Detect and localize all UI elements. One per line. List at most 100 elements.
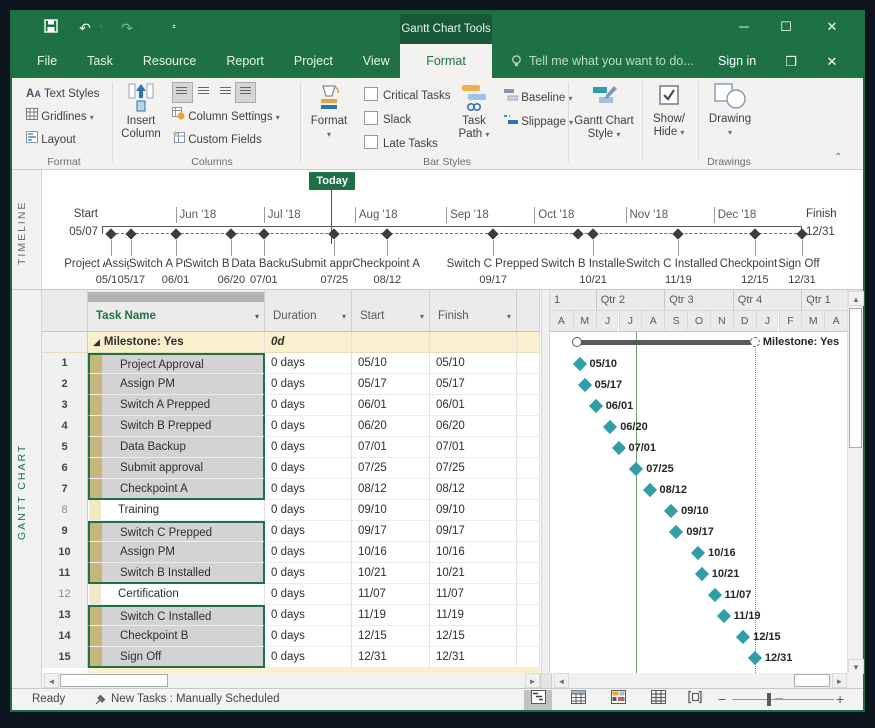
finish-cell[interactable]: 05/17: [430, 374, 517, 395]
save-button[interactable]: [40, 17, 62, 39]
start-cell[interactable]: 07/25: [352, 458, 430, 479]
filter-dropdown-icon[interactable]: ▾: [420, 312, 424, 321]
timescale-month-cell[interactable]: A: [641, 311, 664, 332]
row-number[interactable]: 5: [42, 437, 88, 458]
table-row[interactable]: 4Switch B Prepped0 days06/2006/20: [42, 416, 540, 437]
table-row[interactable]: 10Assign PM0 days10/1610/16: [42, 542, 540, 563]
undo-dropdown-icon[interactable]: ▾: [96, 17, 106, 39]
timescale-quarter-cell[interactable]: Qtr 3: [664, 290, 733, 311]
row-number[interactable]: 9: [42, 521, 88, 542]
timeline-milestone-diamond[interactable]: [488, 228, 499, 239]
scrollbar-splitter[interactable]: [540, 673, 552, 688]
collapse-triangle-icon[interactable]: ◢: [93, 337, 100, 347]
timescale-month-cell[interactable]: J: [596, 311, 619, 332]
timeline-milestone-diamond[interactable]: [329, 228, 340, 239]
table-row[interactable]: 6Submit approval0 days07/2507/25: [42, 458, 540, 479]
row-number[interactable]: 1: [42, 353, 88, 374]
duration-cell[interactable]: 0 days: [265, 479, 352, 500]
task-name-cell[interactable]: Project Approval: [88, 353, 265, 374]
timeline-milestone-diamond[interactable]: [673, 228, 684, 239]
timescale-quarter-cell[interactable]: Qtr 1: [801, 290, 847, 311]
start-cell[interactable]: 12/15: [352, 626, 430, 647]
scroll-down-icon[interactable]: ▼: [848, 659, 864, 674]
task-name-cell[interactable]: Switch B Installed: [88, 563, 265, 584]
timeline-milestone-diamond[interactable]: [587, 228, 598, 239]
custom-fields-button[interactable]: Custom Fields: [172, 129, 262, 151]
slack-checkbox[interactable]: Slack: [364, 111, 411, 129]
chart-milestone-diamond[interactable]: [642, 482, 656, 496]
finish-cell[interactable]: 06/20: [430, 416, 517, 437]
text-styles-button[interactable]: AA Text Styles: [26, 83, 99, 105]
duration-cell[interactable]: 0 days: [265, 626, 352, 647]
chart-milestone-diamond[interactable]: [603, 419, 617, 433]
chart-milestone-diamond[interactable]: [736, 629, 750, 643]
timeline-milestone-diamond[interactable]: [105, 228, 116, 239]
chart-milestone-diamond[interactable]: [669, 524, 683, 538]
filter-dropdown-icon[interactable]: ▾: [342, 312, 346, 321]
start-cell[interactable]: 06/01: [352, 395, 430, 416]
table-row[interactable]: 2Assign PM0 days05/1705/17: [42, 374, 540, 395]
task-path-button[interactable]: Task Path ▾: [450, 82, 498, 141]
add-new-cell[interactable]: [517, 395, 540, 416]
row-number[interactable]: 11: [42, 563, 88, 584]
minimize-button[interactable]: ─: [727, 12, 761, 42]
chart-milestone-diamond[interactable]: [695, 566, 709, 580]
task-name-cell[interactable]: Certification: [88, 584, 265, 605]
redo-button[interactable]: ↷: [116, 17, 138, 39]
timescale-month-cell[interactable]: M: [801, 311, 824, 332]
slippage-button[interactable]: Slippage ▾: [504, 111, 573, 133]
row-number[interactable]: 8: [42, 500, 88, 521]
start-cell[interactable]: 09/17: [352, 521, 430, 542]
zoom-out-button[interactable]: −: [718, 691, 726, 707]
table-row[interactable]: 8Training0 days09/1009/10: [42, 500, 540, 521]
align-right-button[interactable]: [214, 82, 235, 103]
add-new-cell[interactable]: [517, 374, 540, 395]
collapse-ribbon-icon[interactable]: ⌃: [834, 152, 842, 163]
add-new-cell[interactable]: [517, 479, 540, 500]
add-new-cell[interactable]: [517, 500, 540, 521]
customize-quick-access-toolbar-button[interactable]: ⹀: [164, 17, 184, 39]
tab-project[interactable]: Project: [279, 44, 348, 78]
table-row[interactable]: 1Project Approval0 days05/1005/10: [42, 353, 540, 374]
team-planner-view-button[interactable]: [604, 690, 632, 710]
task-name-cell[interactable]: Switch A Prepped: [88, 395, 265, 416]
pane-splitter[interactable]: [542, 290, 550, 688]
restore-window-icon[interactable]: ❐: [774, 46, 808, 78]
scroll-right-icon[interactable]: ►: [832, 673, 847, 688]
start-cell[interactable]: 10/21: [352, 563, 430, 584]
task-name-cell[interactable]: Submit approval: [88, 458, 265, 479]
task-name-cell[interactable]: Checkpoint A: [88, 479, 265, 500]
chart-milestone-diamond[interactable]: [664, 503, 678, 517]
wrap-text-button[interactable]: [235, 82, 256, 103]
task-usage-view-button[interactable]: [564, 690, 592, 710]
row-number[interactable]: 12: [42, 584, 88, 605]
duration-cell[interactable]: 0 days: [265, 500, 352, 521]
start-cell[interactable]: 11/19: [352, 605, 430, 626]
drawing-button[interactable]: Drawing ▾: [702, 82, 758, 139]
row-number[interactable]: 10: [42, 542, 88, 563]
column-header-finish[interactable]: Finish▾: [430, 290, 517, 332]
add-new-cell[interactable]: [517, 353, 540, 374]
duration-cell[interactable]: 0 days: [265, 353, 352, 374]
timescale-quarter-cell[interactable]: Qtr 4: [733, 290, 802, 311]
zoom-slider-thumb[interactable]: [767, 693, 771, 706]
start-cell[interactable]: 05/10: [352, 353, 430, 374]
finish-cell[interactable]: 12/15: [430, 626, 517, 647]
tab-format[interactable]: Format: [400, 44, 492, 78]
redo-dropdown-icon[interactable]: ▾: [138, 17, 148, 39]
column-header-add-new[interactable]: [517, 290, 540, 332]
zoom-slider-track[interactable]: [732, 699, 834, 700]
task-name-cell[interactable]: Assign PM: [88, 542, 265, 563]
start-cell[interactable]: 06/20: [352, 416, 430, 437]
column-settings-button[interactable]: Column Settings ▾: [172, 106, 280, 128]
scroll-left-icon[interactable]: ◄: [44, 673, 59, 688]
timeline-milestone-diamond[interactable]: [258, 228, 269, 239]
finish-cell[interactable]: 05/10: [430, 353, 517, 374]
timescale-month-cell[interactable]: F: [779, 311, 802, 332]
close-button[interactable]: ✕: [815, 12, 849, 42]
format-bar-styles-button[interactable]: Format ▾: [304, 82, 354, 141]
scroll-right-icon[interactable]: ►: [525, 673, 540, 688]
scroll-left-icon[interactable]: ◄: [554, 673, 569, 688]
table-scroll-thumb[interactable]: [60, 674, 168, 687]
add-new-cell[interactable]: [517, 437, 540, 458]
